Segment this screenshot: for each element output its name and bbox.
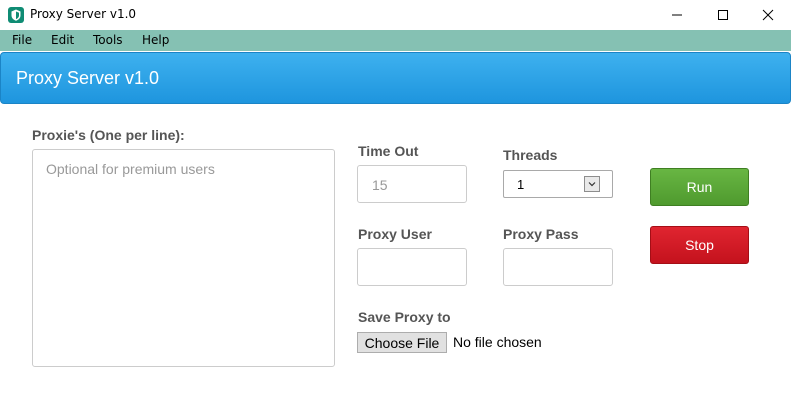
threads-label: Threads: [503, 147, 558, 163]
proxy-pass-label: Proxy Pass: [503, 226, 579, 242]
menu-edit[interactable]: Edit: [49, 30, 76, 51]
threads-select[interactable]: 1: [503, 170, 613, 198]
menu-help[interactable]: Help: [140, 30, 171, 51]
maximize-icon: [718, 10, 728, 20]
close-button[interactable]: [745, 0, 791, 30]
minimize-icon: [672, 14, 682, 16]
proxies-textarea[interactable]: Optional for premium users: [32, 149, 335, 367]
threads-selected-value: 1: [517, 177, 525, 192]
save-proxy-label: Save Proxy to: [358, 309, 451, 325]
header-title: Proxy Server v1.0: [16, 68, 160, 88]
stop-button[interactable]: Stop: [650, 226, 749, 264]
file-status-text: No file chosen: [453, 334, 542, 350]
proxies-placeholder: Optional for premium users: [46, 161, 215, 177]
timeout-label: Time Out: [358, 143, 419, 159]
minimize-button[interactable]: [654, 0, 700, 30]
title-bar[interactable]: Proxy Server v1.0: [0, 0, 791, 30]
timeout-input[interactable]: 15: [357, 165, 467, 203]
maximize-button[interactable]: [700, 0, 746, 30]
menu-tools[interactable]: Tools: [91, 30, 125, 51]
run-button[interactable]: Run: [650, 168, 749, 206]
proxies-label: Proxie's (One per line):: [32, 127, 185, 143]
proxy-user-label: Proxy User: [358, 226, 432, 242]
menu-bar: File Edit Tools Help: [0, 30, 791, 51]
close-icon: [762, 9, 774, 21]
chevron-down-icon[interactable]: [584, 176, 600, 192]
app-shield-icon: [8, 7, 24, 23]
window-title: Proxy Server v1.0: [30, 7, 137, 21]
timeout-value: 15: [372, 177, 388, 193]
menu-file[interactable]: File: [10, 30, 34, 51]
choose-file-button[interactable]: Choose File: [357, 332, 447, 353]
proxy-pass-input[interactable]: [503, 248, 613, 286]
app-header: Proxy Server v1.0: [0, 52, 791, 104]
proxy-user-input[interactable]: [357, 248, 467, 286]
